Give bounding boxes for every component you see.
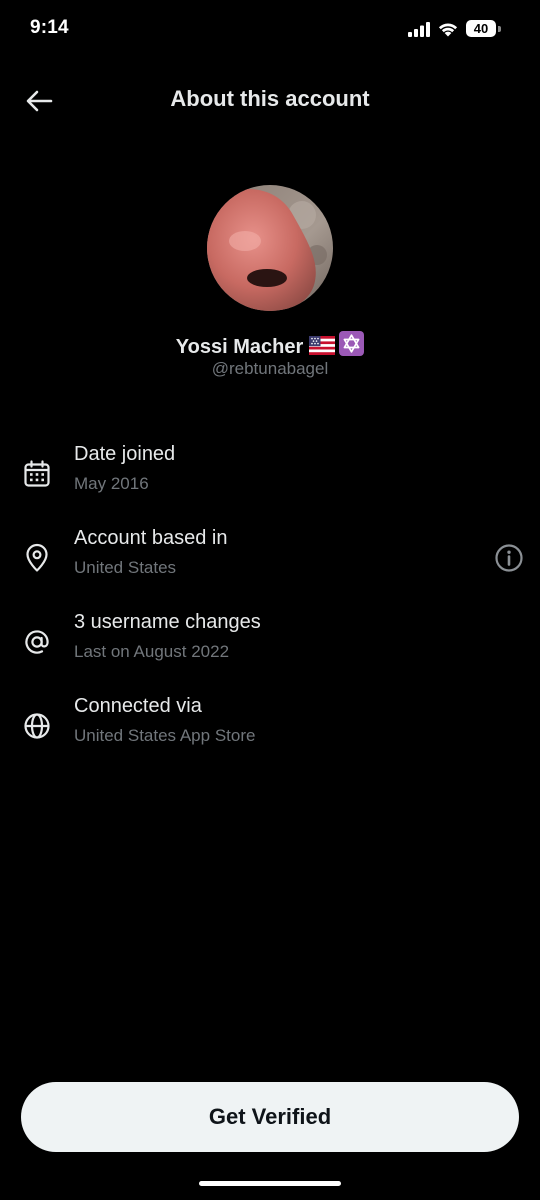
detail-subtitle: United States App Store [74,726,256,745]
wifi-icon [438,23,458,37]
page-title: About this account [170,86,370,111]
detail-row-username-changes: 3 username changes Last on August 2022 [0,611,540,681]
calendar-icon [24,460,50,487]
status-bar: 9:14 40 [0,0,540,58]
profile-handle: @rebtunabagel [211,359,329,378]
detail-row-date-joined: Date joined May 2016 [0,443,540,513]
detail-title: 3 username changes [74,611,261,633]
detail-subtitle: United States [74,558,177,577]
detail-row-connected-via: Connected via United States App Store [0,695,540,765]
detail-title: Account based in [74,527,228,549]
location-pin-icon [26,543,48,572]
detail-row-account-based-in: Account based in United States [0,527,540,597]
info-circle-icon[interactable] [493,542,525,574]
detail-subtitle: May 2016 [74,474,149,493]
us-flag-icon [309,336,336,355]
detail-title: Date joined [74,443,176,465]
battery-icon: 40 [466,19,502,39]
profile-name-row: Yossi Macher [0,331,540,359]
at-sign-icon [25,630,49,654]
avatar[interactable] [207,185,333,311]
status-time: 9:14 [30,17,69,38]
home-indicator [199,1181,341,1186]
profile-photo [207,185,333,311]
battery-level: 40 [466,20,496,37]
detail-title: Connected via [74,695,202,717]
star-of-david-icon [339,331,365,356]
globe-icon [24,713,50,739]
cellular-signal-icon [408,22,430,37]
detail-subtitle: Last on August 2022 [74,642,230,661]
battery-tip [498,26,501,32]
get-verified-button[interactable]: Get Verified [21,1082,519,1152]
profile-name: Yossi Macher [175,336,304,358]
